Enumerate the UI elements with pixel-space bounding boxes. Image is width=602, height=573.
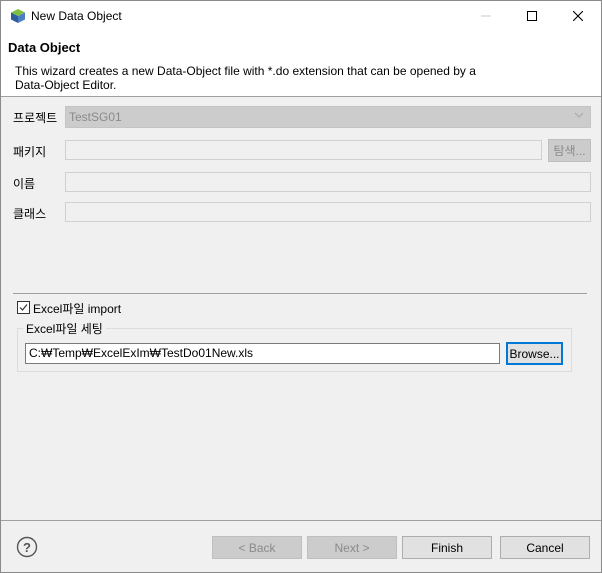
class-field[interactable] bbox=[65, 202, 591, 222]
svg-text:?: ? bbox=[23, 540, 31, 555]
wizard-window: New Data Object Data Object This wizard … bbox=[0, 0, 602, 573]
next-button[interactable]: Next > bbox=[307, 536, 397, 559]
title-bar: New Data Object bbox=[1, 1, 601, 31]
finish-button[interactable]: Finish bbox=[402, 536, 492, 559]
close-icon bbox=[573, 11, 583, 21]
window-title: New Data Object bbox=[31, 9, 122, 23]
browse-button[interactable]: Browse... bbox=[506, 342, 563, 365]
minimize-icon bbox=[481, 15, 491, 17]
class-label: 클래스 bbox=[13, 207, 47, 221]
package-browse-button[interactable]: 탐색... bbox=[548, 139, 591, 162]
project-combo[interactable]: TestSG01 bbox=[65, 106, 591, 128]
footer-divider bbox=[1, 520, 601, 521]
excel-settings-label: Excel파일 세팅 bbox=[23, 320, 106, 337]
help-icon[interactable]: ? bbox=[16, 536, 38, 558]
eclipse-cube-icon bbox=[10, 8, 26, 24]
section-divider bbox=[13, 293, 587, 294]
close-button[interactable] bbox=[555, 1, 601, 31]
chevron-down-icon bbox=[574, 111, 584, 122]
name-label: 이름 bbox=[13, 177, 36, 191]
page-title: Data Object bbox=[8, 40, 81, 55]
wizard-header: Data Object This wizard creates a new Da… bbox=[1, 31, 601, 97]
cancel-button[interactable]: Cancel bbox=[500, 536, 590, 559]
excel-import-checkbox[interactable] bbox=[17, 301, 30, 314]
maximize-button[interactable] bbox=[509, 1, 555, 31]
project-value: TestSG01 bbox=[69, 110, 122, 124]
page-description: This wizard creates a new Data-Object fi… bbox=[15, 64, 476, 92]
maximize-icon bbox=[527, 11, 537, 21]
package-label: 패키지 bbox=[13, 145, 47, 159]
back-button[interactable]: < Back bbox=[212, 536, 302, 559]
name-field[interactable] bbox=[65, 172, 591, 192]
package-field[interactable] bbox=[65, 140, 542, 160]
excel-file-path-input[interactable]: C:₩Temp₩ExcelExIm₩TestDo01New.xls bbox=[25, 343, 500, 364]
minimize-button[interactable] bbox=[463, 1, 509, 31]
checkmark-icon bbox=[19, 304, 28, 311]
project-label: 프로젝트 bbox=[13, 111, 58, 125]
excel-import-label[interactable]: Excel파일 import bbox=[33, 300, 121, 317]
